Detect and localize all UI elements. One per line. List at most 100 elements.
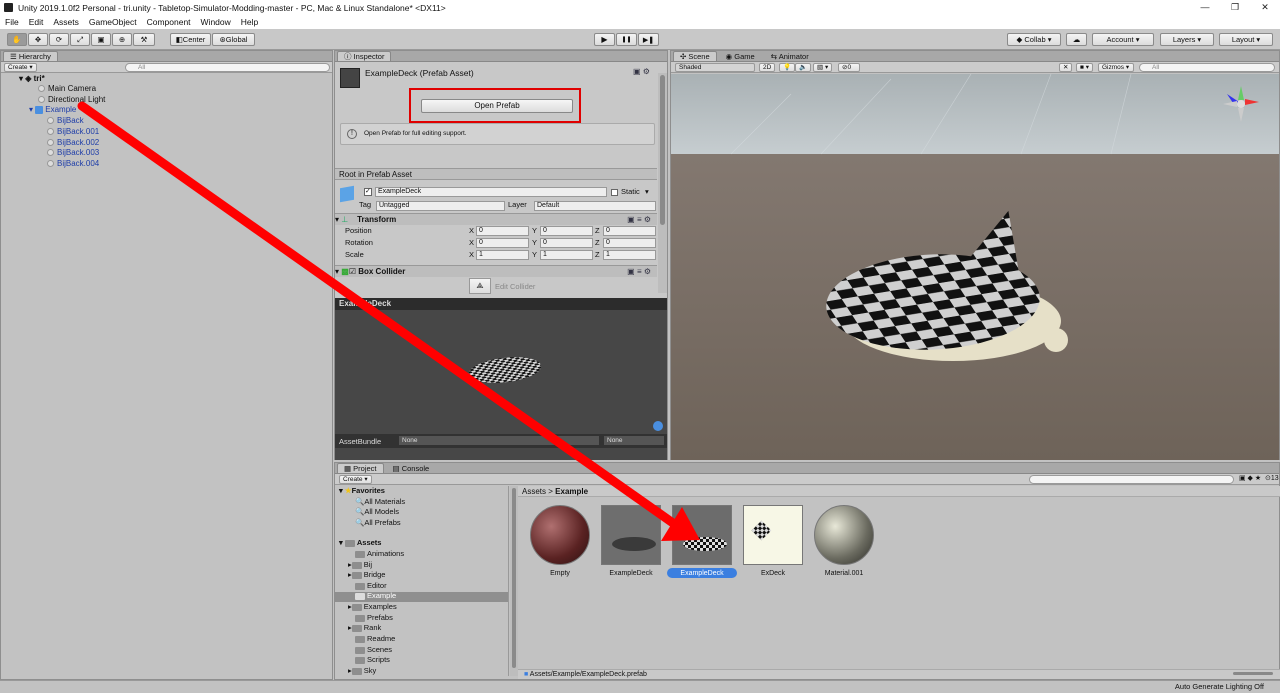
scale-tool-button[interactable]: ⤢: [70, 33, 90, 46]
play-button[interactable]: ▶: [594, 33, 615, 46]
hand-tool-button[interactable]: ✋: [7, 33, 27, 46]
camera-settings-dropdown[interactable]: ■ ▾: [1076, 63, 1093, 72]
layout-button[interactable]: Layout ▾: [1219, 33, 1273, 46]
static-checkbox[interactable]: [611, 189, 618, 196]
tab-game[interactable]: ◉ Game: [718, 51, 762, 61]
folder-editor[interactable]: Editor: [355, 581, 387, 592]
shading-mode-dropdown[interactable]: Shaded: [675, 63, 755, 72]
account-button[interactable]: Account ▾: [1092, 33, 1154, 46]
hierarchy-item-bijback[interactable]: BijBack: [47, 116, 84, 126]
pivot-global-button[interactable]: ⊛ Global: [212, 33, 255, 46]
scale-y-field[interactable]: 1: [540, 250, 593, 260]
box-collider-header[interactable]: ▾ ▩☑ Box Collider ▣ ≡ ⚙: [335, 265, 657, 277]
folder-bridge[interactable]: ▸ Bridge: [348, 570, 385, 581]
menu-edit[interactable]: Edit: [24, 17, 49, 27]
edit-collider-button[interactable]: ⟁: [469, 278, 491, 294]
folder-scenes[interactable]: Scenes: [355, 645, 392, 656]
menu-gameobject[interactable]: GameObject: [84, 17, 142, 27]
move-tool-button[interactable]: ✥: [28, 33, 48, 46]
inspector-settings-icon[interactable]: ▣ ⚙: [633, 67, 650, 76]
scale-z-field[interactable]: 1: [603, 250, 656, 260]
rect-tool-button[interactable]: ▣: [91, 33, 111, 46]
asset-thumb-material-001[interactable]: [814, 505, 874, 565]
hierarchy-item-bijback-004[interactable]: BijBack.004: [47, 159, 99, 169]
rotation-z-field[interactable]: 0: [603, 238, 656, 248]
folder-prefabs[interactable]: Prefabs: [355, 613, 393, 624]
pause-button[interactable]: ❚❚: [616, 33, 637, 46]
hierarchy-item-bijback-002[interactable]: BijBack.002: [47, 138, 99, 148]
tab-console[interactable]: ▤ Console: [385, 463, 437, 473]
maximize-button[interactable]: ❐: [1220, 0, 1250, 15]
hidden-objects-toggle[interactable]: ⊘0: [838, 63, 860, 72]
inspector-scrollbar-thumb[interactable]: [660, 75, 665, 225]
folder-scripts[interactable]: Scripts: [355, 655, 390, 666]
collab-button[interactable]: ◆ Collab ▾: [1007, 33, 1061, 46]
favorite-all-prefabs[interactable]: 🔍All Prefabs: [355, 518, 401, 529]
layer-dropdown[interactable]: Default: [534, 201, 656, 211]
breadcrumb-assets[interactable]: Assets: [522, 487, 546, 496]
hierarchy-item-main-camera[interactable]: Main Camera: [38, 84, 96, 94]
favorites-node[interactable]: ▾ ★Favorites: [339, 486, 385, 497]
scale-x-field[interactable]: 1: [476, 250, 529, 260]
collider-enabled-checkbox[interactable]: ☑: [349, 267, 356, 276]
hierarchy-item-example[interactable]: ▾ Example: [29, 105, 76, 115]
assets-node[interactable]: ▾ Assets: [339, 538, 381, 549]
gizmos-dropdown[interactable]: Gizmos ▾: [1098, 63, 1134, 72]
assetbundle-variant-dropdown[interactable]: None: [604, 436, 664, 445]
close-button[interactable]: ✕: [1250, 0, 1280, 15]
hierarchy-item-directional-light[interactable]: Directional Light: [38, 95, 105, 105]
asset-thumb-exampledeck-model[interactable]: [601, 505, 661, 565]
breadcrumb-example[interactable]: Example: [555, 487, 588, 496]
folder-examples[interactable]: ▸ Examples: [348, 602, 397, 613]
transform-header[interactable]: ▾ ⊥ Transform ▣ ≡ ⚙: [335, 213, 657, 225]
component-settings-icon[interactable]: ▣ ≡ ⚙: [627, 214, 651, 225]
hierarchy-search-input[interactable]: All: [125, 63, 330, 72]
assetbundle-name-dropdown[interactable]: None: [399, 436, 599, 445]
hierarchy-item-bijback-003[interactable]: BijBack.003: [47, 148, 99, 158]
layers-button[interactable]: Layers ▾: [1160, 33, 1214, 46]
open-prefab-button[interactable]: Open Prefab: [421, 99, 573, 113]
tab-animator[interactable]: ⇆ Animator: [763, 51, 816, 61]
object-name-field[interactable]: ExampleDeck: [375, 187, 607, 197]
tab-scene[interactable]: ✣ Scene: [673, 51, 717, 61]
transform-tool-button[interactable]: ⊕: [112, 33, 132, 46]
scene-viewport[interactable]: [671, 73, 1279, 460]
menu-assets[interactable]: Assets: [48, 17, 84, 27]
folder-bij[interactable]: ▸ Bij: [348, 560, 372, 571]
audio-toggle[interactable]: 🔈: [795, 63, 812, 72]
hierarchy-item-bijback-001[interactable]: BijBack.001: [47, 127, 99, 137]
tab-project[interactable]: ▦ Project: [337, 463, 384, 473]
rotation-x-field[interactable]: 0: [476, 238, 529, 248]
favorite-all-materials[interactable]: 🔍All Materials: [355, 497, 405, 508]
rotate-tool-button[interactable]: ⟳: [49, 33, 69, 46]
project-filter-icons[interactable]: ▣ ◆ ★: [1239, 474, 1261, 482]
project-create-button[interactable]: Create ▾: [339, 475, 372, 484]
lighting-toggle[interactable]: 💡: [779, 63, 796, 72]
cloud-button[interactable]: ☁: [1066, 33, 1087, 46]
scene-tools-toggle[interactable]: ✕: [1059, 63, 1073, 72]
folder-rank[interactable]: ▸ Rank: [348, 623, 381, 634]
position-x-field[interactable]: 0: [476, 226, 529, 236]
menu-file[interactable]: File: [0, 17, 24, 27]
effects-dropdown[interactable]: ▧ ▾: [813, 63, 833, 72]
tab-hierarchy[interactable]: ☰ Hierarchy: [3, 51, 58, 61]
folder-tree-scrollbar-thumb[interactable]: [512, 488, 516, 668]
pivot-center-button[interactable]: ◧ Center: [170, 33, 211, 46]
menu-help[interactable]: Help: [236, 17, 263, 27]
rotation-y-field[interactable]: 0: [540, 238, 593, 248]
position-z-field[interactable]: 0: [603, 226, 656, 236]
static-dropdown-icon[interactable]: ▾: [645, 187, 649, 197]
inspector-scrollbar[interactable]: [658, 73, 667, 293]
folder-tree-scrollbar[interactable]: [510, 486, 518, 676]
position-y-field[interactable]: 0: [540, 226, 593, 236]
folder-example[interactable]: Example: [355, 591, 396, 602]
component-settings-icon[interactable]: ▣ ≡ ⚙: [627, 266, 651, 277]
orientation-gizmo[interactable]: [1221, 84, 1261, 124]
asset-thumb-exampledeck-prefab[interactable]: [672, 505, 732, 565]
step-button[interactable]: ▶❚: [638, 33, 659, 46]
tab-inspector[interactable]: ⓘ Inspector: [337, 51, 392, 61]
scene-search-input[interactable]: All: [1139, 63, 1275, 72]
active-checkbox[interactable]: ✓: [364, 188, 372, 196]
menu-component[interactable]: Component: [142, 17, 196, 27]
hierarchy-create-button[interactable]: Create ▾: [4, 63, 37, 72]
